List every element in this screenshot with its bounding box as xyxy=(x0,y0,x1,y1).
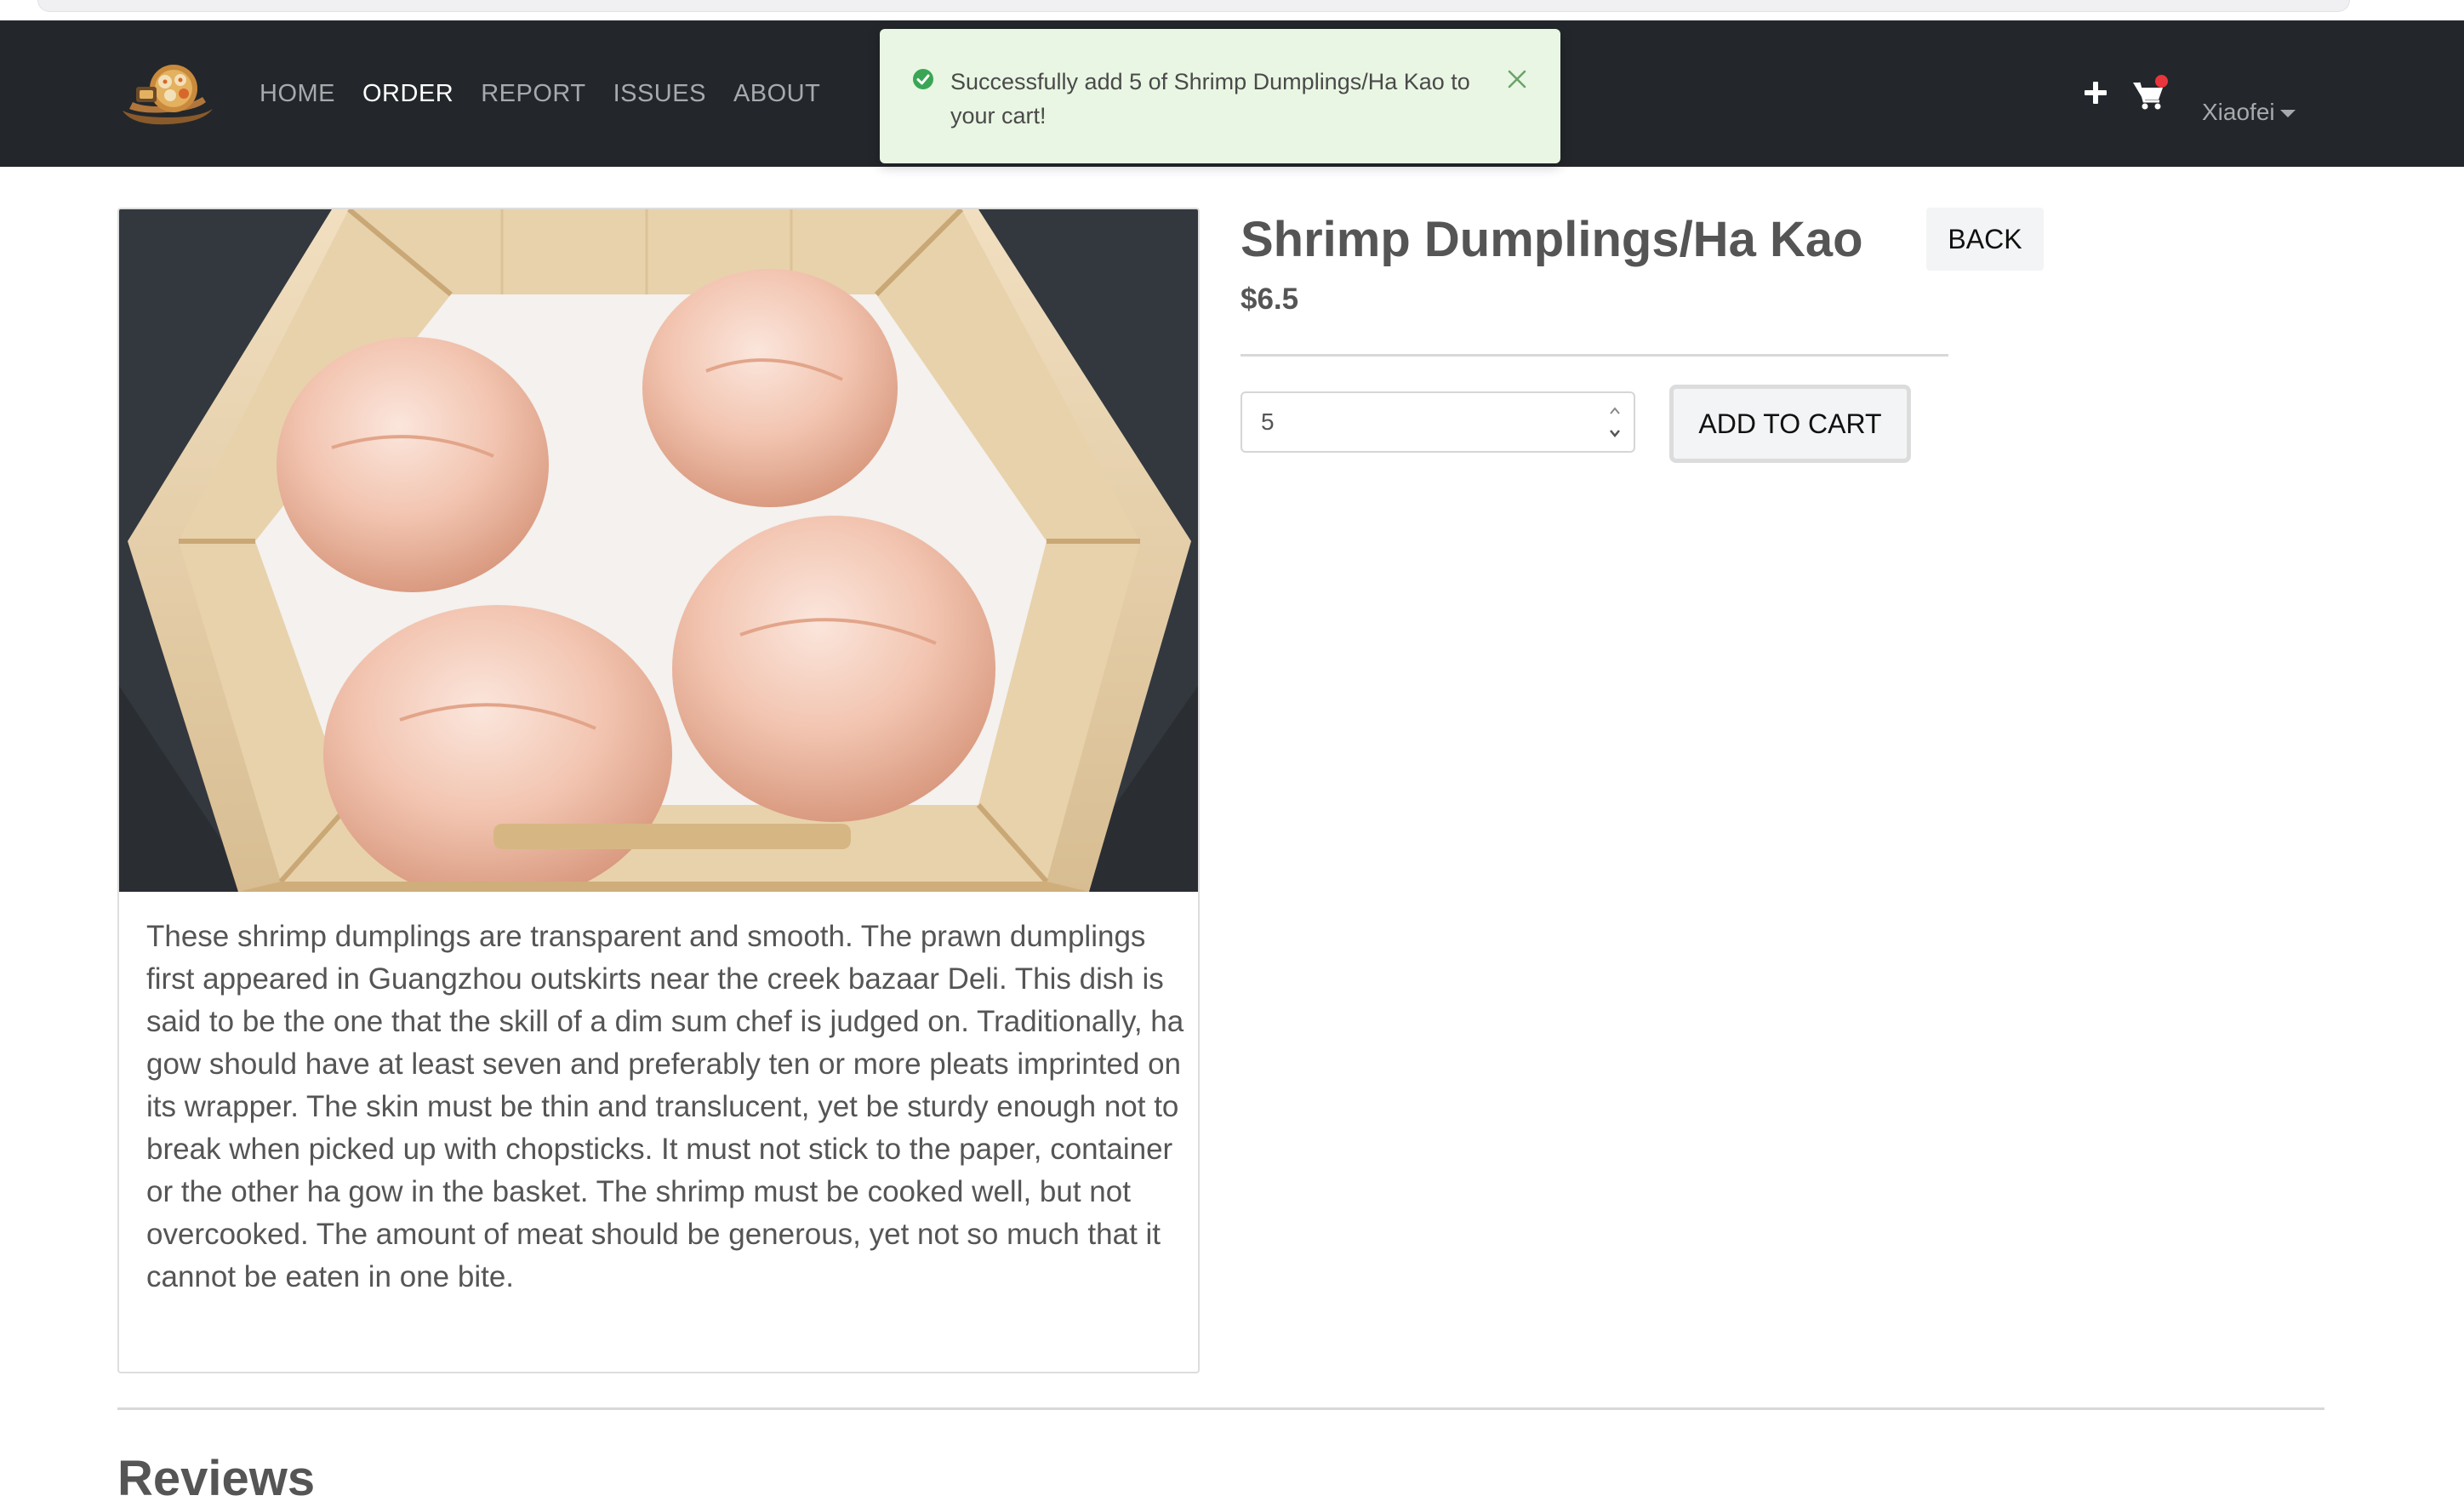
cart-badge xyxy=(2155,75,2168,88)
back-button[interactable]: BACK xyxy=(1926,208,2044,271)
reviews-divider xyxy=(117,1407,2324,1410)
quantity-field xyxy=(1241,391,1635,453)
nav-link-order[interactable]: ORDER xyxy=(362,80,453,108)
nav-link-report[interactable]: REPORT xyxy=(481,80,585,108)
nav-link-about[interactable]: ABOUT xyxy=(733,80,820,108)
caret-down-icon xyxy=(2279,109,2296,117)
user-menu-toggle[interactable]: Xiaofei xyxy=(2202,99,2296,126)
browser-address-bar-remnant xyxy=(37,0,2350,12)
add-to-cart-button[interactable]: ADD TO CART xyxy=(1669,385,1911,463)
nav-link-home[interactable]: HOME xyxy=(260,80,335,108)
product-title: Shrimp Dumplings/Ha Kao xyxy=(1241,212,1863,267)
browser-top-sliver xyxy=(0,0,2464,20)
quantity-input[interactable] xyxy=(1261,405,1584,439)
plus-icon[interactable] xyxy=(2083,80,2108,106)
dim-sum-basket-logo-icon[interactable] xyxy=(117,58,216,129)
product-price: $6.5 xyxy=(1241,283,1299,316)
product-card: These shrimp dumplings are transparent a… xyxy=(117,208,1200,1373)
success-toast: Successfully add 5 of Shrimp Dumplings/H… xyxy=(880,29,1560,163)
product-description: These shrimp dumplings are transparent a… xyxy=(146,920,1184,1293)
close-icon[interactable] xyxy=(1506,68,1528,90)
product-divider xyxy=(1241,354,1948,357)
main-nav: HOME ORDER REPORT ISSUES ABOUT xyxy=(260,20,820,167)
check-circle-icon xyxy=(913,69,933,89)
product-image xyxy=(119,209,1198,892)
nav-link-issues[interactable]: ISSUES xyxy=(613,80,706,108)
user-name: Xiaofei xyxy=(2202,99,2275,125)
toast-message: Successfully add 5 of Shrimp Dumplings/H… xyxy=(950,69,1470,128)
quantity-spinner-icon[interactable] xyxy=(1605,398,1625,446)
